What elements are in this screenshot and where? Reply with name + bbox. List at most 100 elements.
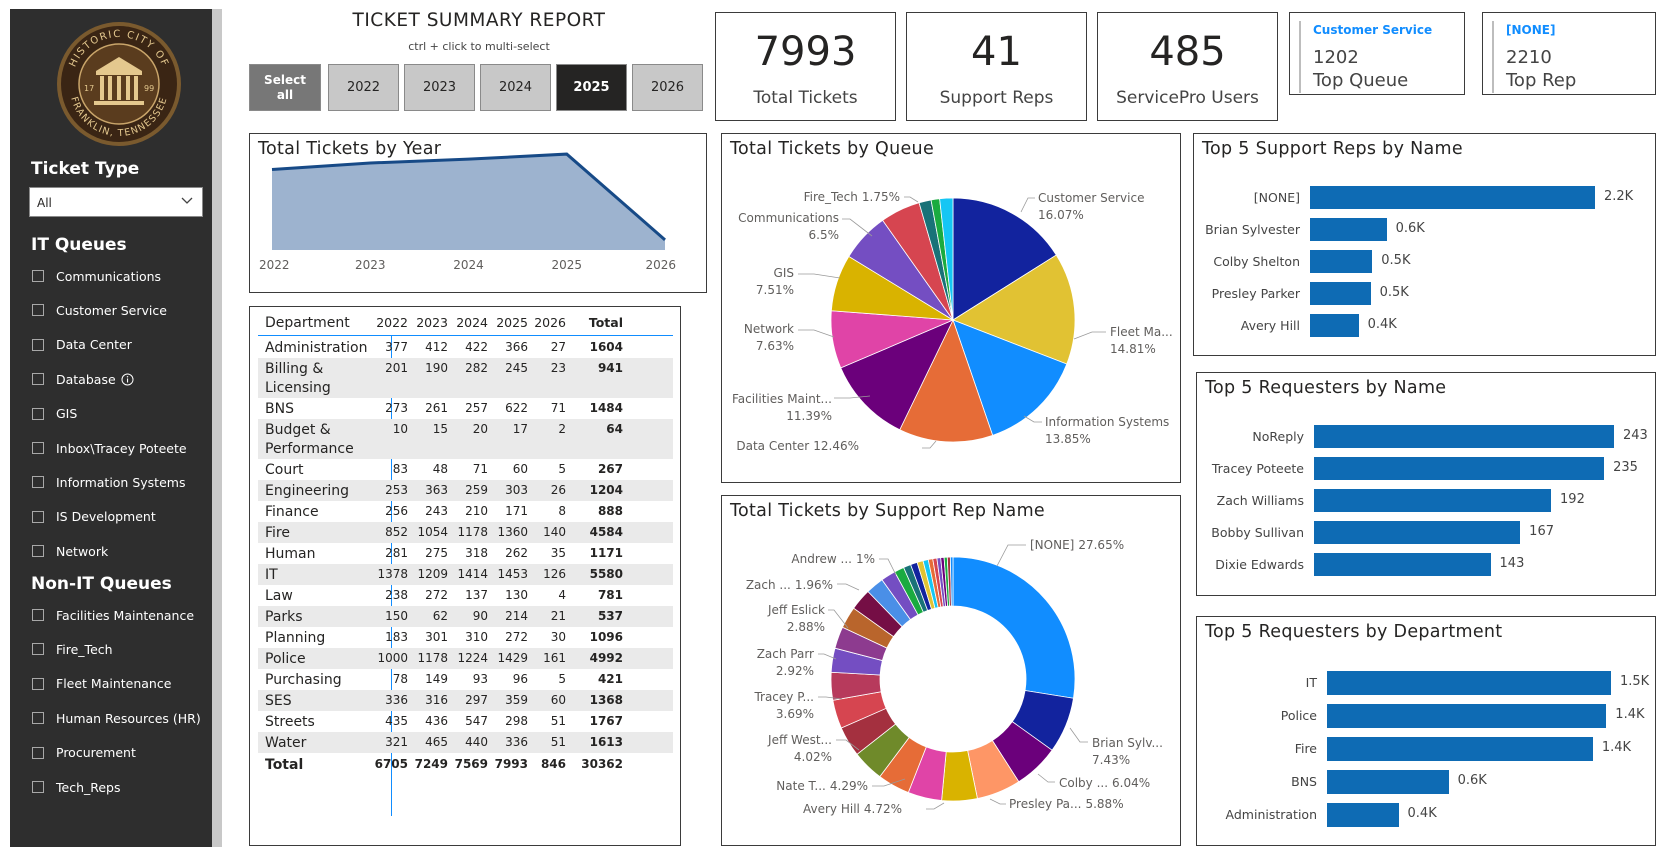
it-queue-checkbox[interactable]: Communications <box>32 266 161 286</box>
it-queue-checkbox[interactable]: Customer Service <box>32 300 167 320</box>
table-cell: 30362 <box>581 757 623 771</box>
kpi-servicepro-users-label: ServicePro Users <box>1116 88 1259 108</box>
non-it-queue-checkbox[interactable]: Facilities Maintenance <box>32 605 194 625</box>
it-queue-checkbox[interactable]: IS Development <box>32 507 156 527</box>
checkbox-box[interactable] <box>32 545 44 558</box>
pie-slice[interactable] <box>952 556 1076 699</box>
kpi-total-tickets-card: 7993 Total Tickets <box>715 12 896 121</box>
it-queue-checkbox[interactable]: Inbox\Tracey Poteete <box>32 438 187 458</box>
year-button-2025[interactable]: 2025 <box>556 64 627 111</box>
year-button-2024[interactable]: 2024 <box>480 64 551 111</box>
checkbox-box[interactable] <box>32 476 44 489</box>
bar[interactable] <box>1310 218 1387 241</box>
table-header-row: Department 2022 2023 2024 2025 2026 Total <box>258 312 673 334</box>
table-row: Streets 435 436 547 298 51 1767 <box>258 711 673 732</box>
non-it-queue-checkbox[interactable]: Procurement <box>32 743 136 763</box>
slice-label: Andrew ... 1% <box>791 552 897 576</box>
table-cell: 149 <box>425 672 448 686</box>
table-cell: 1604 <box>589 340 623 354</box>
bar-value-label: 235 <box>1613 460 1638 475</box>
table-cell: 1368 <box>589 693 623 707</box>
it-queue-checkbox[interactable]: Database <box>32 369 134 389</box>
table-cell: 245 <box>505 361 528 375</box>
table-cell: 281 <box>385 546 408 560</box>
bar-value-label: 143 <box>1499 556 1525 571</box>
bar-category-label: Avery Hill <box>1240 318 1300 333</box>
bar-category-label: Dixie Edwards <box>1215 557 1304 572</box>
top-depts-title: Top 5 Requesters by Department <box>1205 622 1503 642</box>
bar[interactable] <box>1314 553 1491 576</box>
table-cell: 465 <box>425 735 448 749</box>
slice-label: Presley Pa... 5.88% <box>989 797 1124 811</box>
slice-label-text: Avery Hill 4.72% <box>803 802 902 816</box>
checkbox-box[interactable] <box>32 643 44 656</box>
slice-label: Brian Sylv... 7.43% <box>1069 727 1163 767</box>
bar[interactable] <box>1327 671 1611 695</box>
it-queue-label: Database <box>56 371 116 387</box>
bar-value-label: 0.6K <box>1457 773 1487 788</box>
checkbox-box[interactable] <box>32 746 44 759</box>
checkbox-box[interactable] <box>32 442 44 454</box>
non-it-queue-checkbox[interactable]: Tech_Reps <box>32 777 121 797</box>
checkbox-box[interactable] <box>32 407 44 420</box>
ticket-type-dropdown[interactable]: All <box>29 187 203 217</box>
it-queue-checkbox[interactable]: GIS <box>32 404 77 424</box>
bar[interactable] <box>1314 521 1521 544</box>
checkbox-box[interactable] <box>32 677 44 690</box>
bar-category-label: Administration <box>1225 807 1317 822</box>
tickets-by-year-chart[interactable]: 2022 2023 2024 2025 2026 <box>250 134 706 292</box>
table-cell: Total <box>588 315 623 330</box>
bar[interactable] <box>1314 489 1552 512</box>
table-cell: 126 <box>543 567 566 581</box>
it-queue-checkbox[interactable]: Network <box>32 541 108 561</box>
checkbox-box[interactable] <box>32 781 44 793</box>
table-cell: 256 <box>385 504 408 518</box>
it-queue-checkbox[interactable]: Information Systems <box>32 472 185 492</box>
bar[interactable] <box>1327 803 1399 827</box>
bar-category-label: Zach Williams <box>1216 493 1304 508</box>
checkbox-box[interactable] <box>32 338 44 351</box>
bar[interactable] <box>1314 425 1614 448</box>
x-tick-label: 2025 <box>551 258 582 272</box>
year-button-2026[interactable]: 2026 <box>632 64 703 111</box>
non-it-queue-checkbox[interactable]: Fleet Maintenance <box>32 674 171 694</box>
checkbox-box[interactable] <box>32 304 44 317</box>
slice-label-pct: 6.5% <box>809 228 840 242</box>
bar[interactable] <box>1314 457 1605 480</box>
year-button-2022[interactable]: 2022 <box>328 64 399 111</box>
slice-label-name: Zach Parr <box>757 647 814 661</box>
table-cell: 60 <box>550 693 566 707</box>
table-cell: 267 <box>597 462 623 476</box>
it-queue-checkbox[interactable]: Data Center <box>32 335 132 355</box>
slice-label-pct: 1.96% <box>795 578 833 592</box>
bar[interactable] <box>1310 314 1359 337</box>
top-requesters-title: Top 5 Requesters by Name <box>1205 378 1447 398</box>
it-queue-label: Customer Service <box>56 302 167 318</box>
checkbox-box[interactable] <box>32 712 44 725</box>
table-cell: 4584 <box>589 525 623 539</box>
select-all-button[interactable]: Select all <box>249 64 321 111</box>
bar[interactable] <box>1310 186 1595 209</box>
checkbox-box[interactable] <box>32 373 44 386</box>
tickets-by-rep-chart[interactable]: [NONE] 27.65% Brian Sylv... 7.43% Colby ... 6… <box>722 496 1180 845</box>
slice-label-name: Brian Sylv... <box>1092 736 1163 750</box>
slice-label-pct: 7.51% <box>756 283 794 297</box>
tickets-by-queue-chart[interactable]: Customer Service 16.07% Fleet Ma... 14.81% I… <box>722 134 1180 482</box>
slice-label-name: Fleet Ma... <box>1110 325 1173 339</box>
bar[interactable] <box>1310 250 1373 273</box>
checkbox-box[interactable] <box>32 609 44 621</box>
non-it-queues-heading: Non-IT Queues <box>31 574 172 594</box>
non-it-queue-checkbox[interactable]: Human Resources (HR) <box>32 708 201 728</box>
non-it-queue-checkbox[interactable]: Fire_Tech <box>32 639 113 659</box>
bar[interactable] <box>1310 282 1371 305</box>
bar-category-label: [NONE] <box>1253 190 1300 205</box>
bar[interactable] <box>1327 704 1607 728</box>
bar[interactable] <box>1327 770 1449 794</box>
year-button-2023[interactable]: 2023 <box>404 64 475 111</box>
checkbox-box[interactable] <box>32 510 44 523</box>
checkbox-box[interactable] <box>32 270 44 282</box>
leader-line <box>1020 197 1035 213</box>
info-icon[interactable] <box>121 373 134 386</box>
x-tick-label: 2022 <box>259 258 290 272</box>
bar[interactable] <box>1327 737 1593 761</box>
